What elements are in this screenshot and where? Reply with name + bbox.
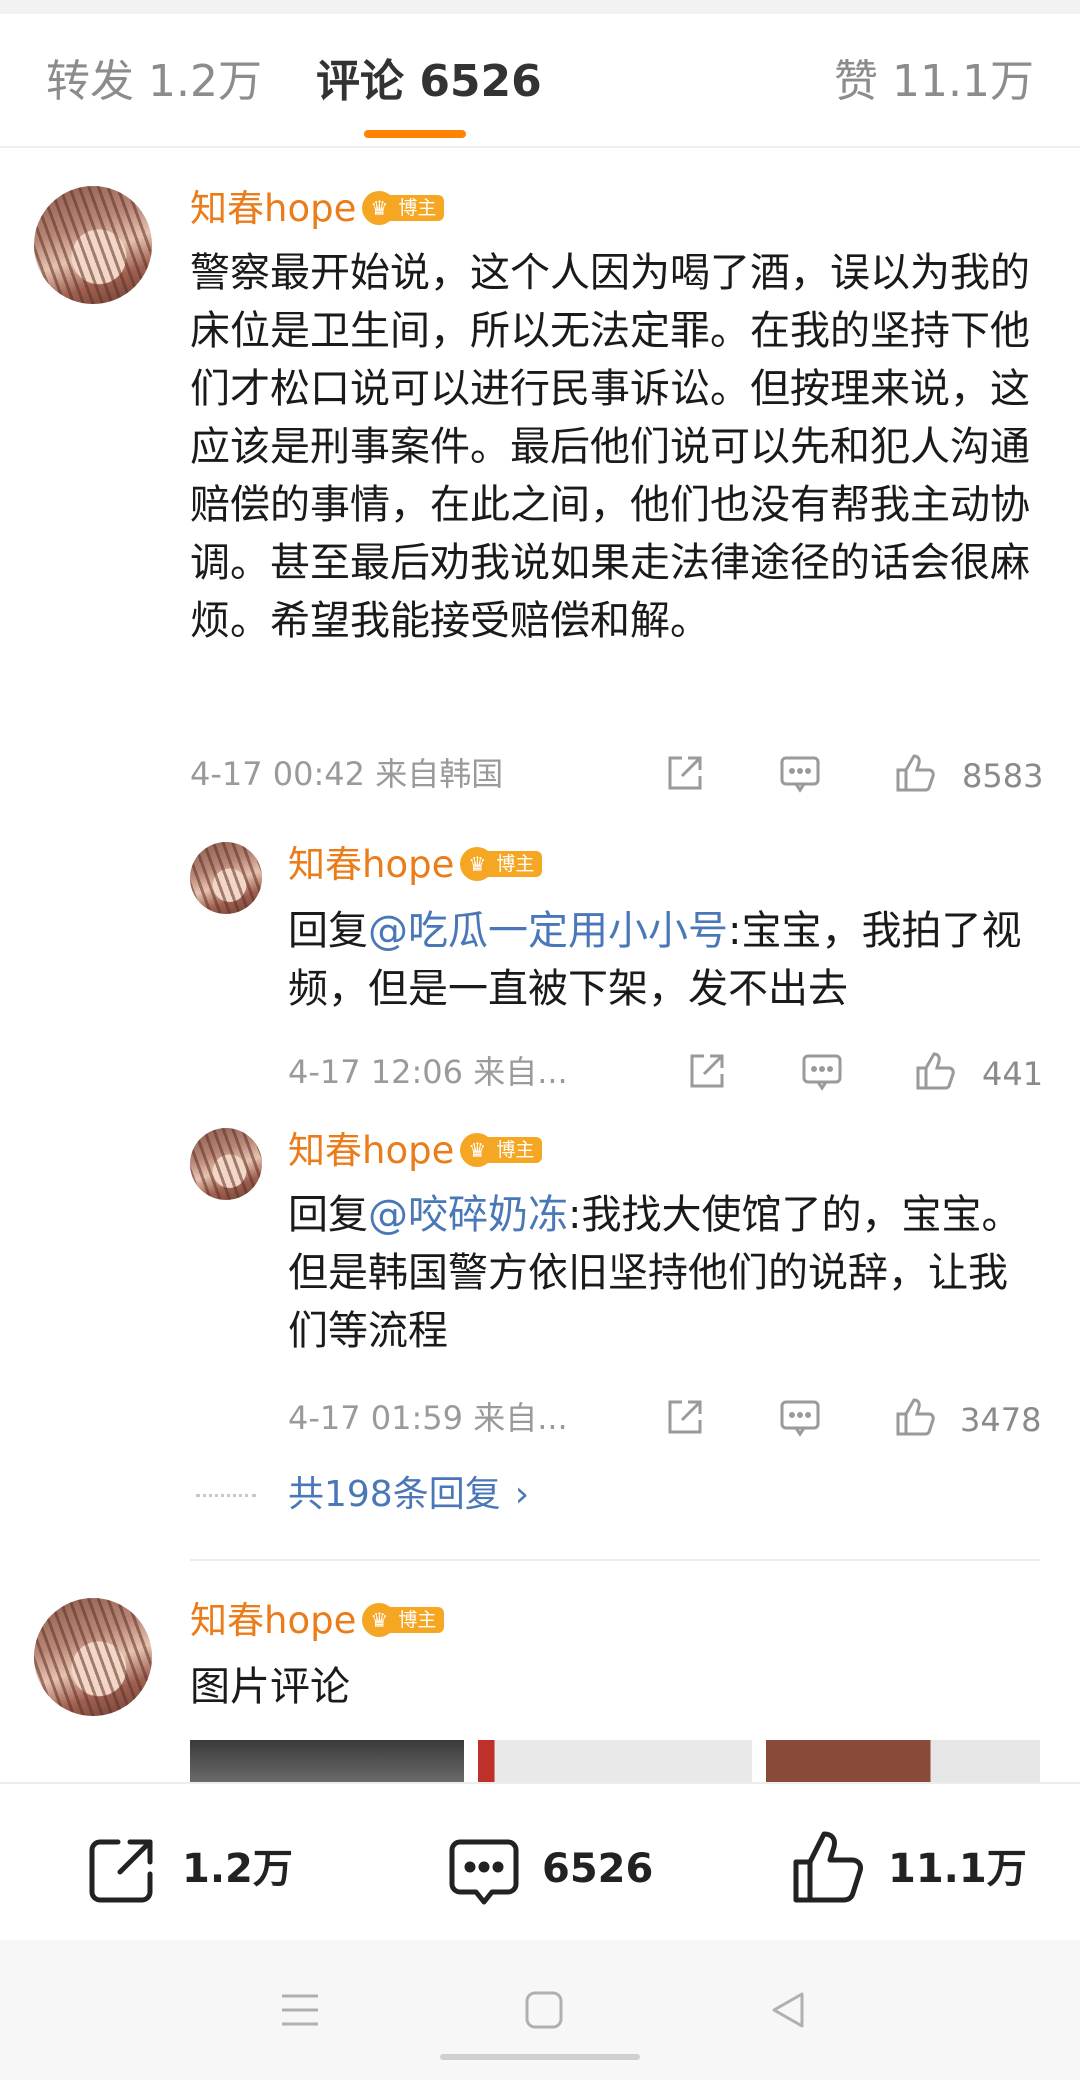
chevron-right-icon: › [514,1474,530,1515]
comment-icon[interactable] [778,752,822,796]
image-thumbnail[interactable] [766,1740,1040,1782]
bottom-like-button[interactable] [788,1824,868,1904]
tab-repost[interactable]: 转发 1.2万 [46,54,262,110]
bottom-share-count[interactable]: 1.2万 [182,1844,293,1894]
comment-icon[interactable] [800,1050,844,1094]
reply-author[interactable]: 知春hope ♛ 博主 [288,1128,543,1174]
username[interactable]: 知春hope [288,1129,454,1172]
status-strip [0,0,1080,14]
bottom-comment-button[interactable] [444,1832,524,1912]
share-icon[interactable] [662,752,706,796]
comment-icon [449,1839,519,1905]
tab-bar: 转发 1.2万 评论 6526 赞 11.1万 [0,14,1080,148]
comment-text: 警察最开始说，这个人因为喝了酒，误以为我的床位是卫生间，所以无法定罪。在我的坚持… [190,250,1030,644]
image-thumbnail[interactable] [478,1740,752,1782]
avatar[interactable] [34,186,152,304]
thumbs-up-icon[interactable] [892,1392,940,1440]
share-icon[interactable] [662,1396,706,1440]
back-icon[interactable] [768,1988,808,2036]
username[interactable]: 知春hope [288,843,454,886]
more-replies-link[interactable]: 共198条回复 › [288,1472,529,1518]
bottom-share-button[interactable] [84,1832,160,1912]
blogger-badge: ♛ 博主 [362,1602,445,1637]
crown-icon: ♛ [460,1132,495,1167]
mention-link[interactable]: @吃瓜一定用小小号 [368,908,728,954]
reply-meta: 4-17 01:59 来自... [288,1399,568,1437]
more-replies-dots [196,1494,256,1497]
home-icon[interactable] [524,1988,564,2036]
image-thumbnail[interactable] [190,1740,464,1782]
mention-link[interactable]: @咬碎奶冻 [368,1192,568,1238]
share-icon[interactable] [684,1050,728,1094]
tab-like[interactable]: 赞 11.1万 [834,54,1034,110]
tab-comment[interactable]: 评论 6526 [316,54,542,110]
avatar[interactable] [190,842,262,914]
username[interactable]: 知春hope [190,187,356,230]
blogger-badge: ♛ 博主 [460,846,543,881]
avatar[interactable] [190,1128,262,1200]
comment-text: 图片评论 [190,1664,350,1710]
reply-meta: 4-17 12:06 来自... [288,1053,568,1091]
bottom-action-bar: 1.2万 6526 11.1万 [0,1782,1080,1940]
thumbs-up-icon[interactable] [912,1046,960,1094]
like-count: 441 [982,1055,1044,1093]
crown-icon: ♛ [362,1602,397,1637]
comment-author[interactable]: 知春hope ♛ 博主 [190,1598,445,1644]
like-count: 8583 [962,757,1044,795]
crown-icon: ♛ [362,190,397,225]
reply-author[interactable]: 知春hope ♛ 博主 [288,842,543,888]
reply-text: 回复@咬碎奶冻:我找大使馆了的，宝宝。但是韩国警方依旧坚持他们的说辞，让我们等流… [288,1192,1022,1354]
blogger-badge: ♛ 博主 [460,1132,543,1167]
avatar[interactable] [34,1598,152,1716]
comment-meta: 4-17 00:42 来自韩国 [190,755,504,793]
bottom-comment-count[interactable]: 6526 [542,1844,653,1894]
share-icon [89,1839,153,1903]
crown-icon: ♛ [460,846,495,881]
bottom-like-count[interactable]: 11.1万 [888,1844,1027,1894]
tab-active-indicator [364,130,466,138]
blogger-badge: ♛ 博主 [362,190,445,225]
thumbs-up-icon [793,1831,863,1903]
username[interactable]: 知春hope [190,1599,356,1642]
menu-icon[interactable] [280,1988,320,2036]
comment-author[interactable]: 知春hope ♛ 博主 [190,186,445,232]
home-indicator[interactable] [440,2054,640,2060]
divider [190,1559,1040,1561]
reply-text: 回复@吃瓜一定用小小号:宝宝，我拍了视频，但是一直被下架，发不出去 [288,908,1022,1012]
thumbs-up-icon[interactable] [892,748,940,796]
like-count: 3478 [960,1401,1042,1439]
comment-icon[interactable] [778,1396,822,1440]
